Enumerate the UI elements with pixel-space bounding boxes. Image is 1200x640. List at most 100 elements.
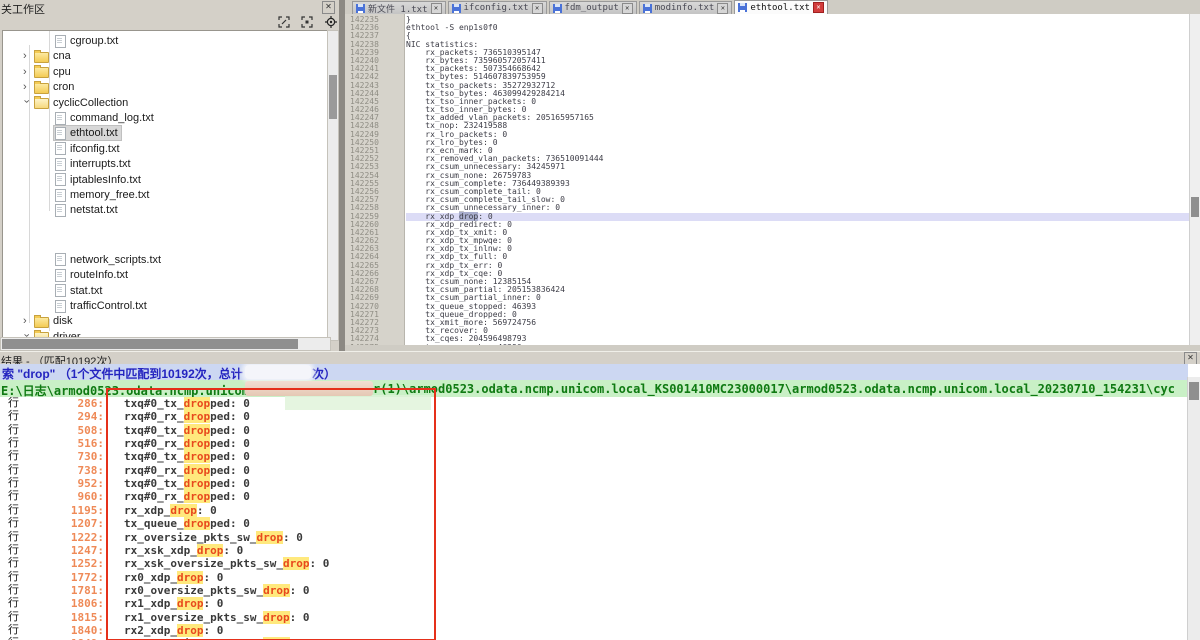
tree-item-label: cgroup.txt [70, 35, 118, 47]
tree-item-cron[interactable]: ›cron [22, 80, 77, 94]
chevron-right-icon[interactable]: › [23, 316, 30, 326]
tree-item-ethtool-txt[interactable]: ethtool.txt [54, 126, 121, 140]
redaction-blob [558, 326, 620, 345]
code-line: ethtool -S enp1s0f0 [406, 24, 1190, 32]
tree-item-network-scripts-txt[interactable]: network_scripts.txt [54, 253, 164, 267]
save-icon [356, 4, 365, 13]
result-line-number: 1840: [38, 624, 104, 637]
tree-item-cna[interactable]: › cna [22, 49, 74, 63]
results-vertical-scrollbar[interactable] [1187, 377, 1200, 640]
tab-1-txt[interactable]: 新文件 1.txt✕ [352, 1, 446, 14]
tree-item-label: cyclicCollection [53, 97, 128, 109]
close-tab-icon[interactable]: ✕ [431, 3, 442, 14]
folder-icon [34, 52, 49, 63]
tree-item-netstat-txt[interactable]: netstat.txt [54, 203, 121, 217]
tree-item-command-log-txt[interactable]: command_log.txt [54, 111, 157, 125]
code-line: tx_added_vlan_packets: 205165957165 [406, 114, 1190, 122]
row-line-word: 行 [8, 424, 19, 437]
tree-item-interrupts-txt[interactable]: interrupts.txt [54, 157, 134, 171]
tree-item-label: cna [53, 50, 71, 62]
redaction-blob [245, 365, 311, 379]
row-line-word: 行 [8, 584, 19, 597]
result-line-number: 952: [38, 477, 104, 490]
scrollbar-thumb[interactable] [329, 75, 337, 119]
file-icon [55, 142, 66, 155]
row-line-word: 行 [8, 464, 19, 477]
scrollbar-thumb[interactable] [1189, 382, 1199, 400]
chevron-right-icon[interactable]: › [23, 67, 30, 77]
tree-item-label: trafficControl.txt [70, 300, 147, 312]
code-line: tx_cqes: 204596498793 [406, 335, 1190, 343]
scrollbar-thumb[interactable] [2, 339, 298, 349]
result-line-number: 730: [38, 450, 104, 463]
tree-item-ifconfig-txt[interactable]: ifconfig.txt [54, 142, 123, 156]
tab-ifconfig-txt[interactable]: ifconfig.txt✕ [448, 1, 547, 14]
chevron-right-icon[interactable]: › [23, 51, 30, 61]
row-line-word: 行 [8, 531, 19, 544]
row-line-word: 行 [8, 450, 19, 463]
tree-item-trafficcontrol-txt[interactable]: trafficControl.txt [54, 299, 150, 313]
results-body: 索 "drop" （1个文件中匹配到10192次，总计 次） E:\日志\arm… [0, 364, 1200, 640]
code-line: tx_queue_stopped: 46393 [406, 303, 1190, 311]
row-line-word: 行 [8, 504, 19, 517]
chevron-right-icon[interactable]: › [23, 82, 30, 92]
result-line-number: 1195: [38, 504, 104, 517]
tree-item-cpu[interactable]: › cpu [22, 65, 74, 79]
code-line: } [406, 16, 1190, 24]
file-icon [55, 189, 66, 202]
code-line: rx_xdp_tx_xmit: 0 [406, 229, 1190, 237]
tree-item-iptablesinfo-txt[interactable]: iptablesInfo.txt [54, 173, 144, 187]
tree-item-cycliccollection[interactable]: › cyclicCollection [22, 96, 131, 110]
save-icon [738, 3, 747, 12]
tree-item-label: netstat.txt [70, 204, 118, 216]
tree-item-cgroup-txt[interactable]: cgroup.txt [54, 34, 121, 48]
close-tab-icon[interactable]: ✕ [813, 2, 824, 13]
row-line-word: 行 [8, 437, 19, 450]
tab-modinfo-txt[interactable]: modinfo.txt✕ [639, 1, 733, 14]
tab-ethtool-txt[interactable]: ethtool.txt✕ [734, 0, 828, 14]
result-line-number: 1815: [38, 611, 104, 624]
tab-label: ethtool.txt [750, 3, 810, 13]
row-line-word: 行 [8, 410, 19, 423]
code-area[interactable]: }ethtool -S enp1s0f0{NIC statistics: rx_… [406, 14, 1190, 345]
workspace-titlebar: 关工作区 ✕ [0, 0, 339, 15]
expand-all-icon[interactable] [278, 16, 290, 28]
close-panel-icon[interactable]: ✕ [322, 1, 335, 14]
tree-horizontal-scrollbar[interactable] [0, 337, 331, 351]
tree-item-stat-txt[interactable]: stat.txt [54, 284, 105, 298]
file-path-text-tail: r(1)\armod0523.odata.ncmp.unicom.local_K… [373, 382, 1175, 396]
row-line-word: 行 [8, 624, 19, 637]
folder-icon [34, 317, 49, 328]
editor-body[interactable]: 1422351422361422371422381422391422401422… [345, 14, 1200, 345]
row-line-word: 行 [8, 544, 19, 557]
tree-item-label: command_log.txt [70, 112, 154, 124]
row-line-word: 行 [8, 477, 19, 490]
close-tab-icon[interactable]: ✕ [717, 3, 728, 14]
result-line-number: 286: [38, 397, 104, 410]
editor-vertical-scrollbar[interactable] [1189, 14, 1200, 345]
folder-icon [34, 83, 49, 94]
close-tab-icon[interactable]: ✕ [622, 3, 633, 14]
code-line: rx_lro_bytes: 0 [406, 139, 1190, 147]
tree-item-memory-free-txt[interactable]: memory_free.txt [54, 188, 152, 202]
close-tab-icon[interactable]: ✕ [532, 3, 543, 14]
tree-item-disk[interactable]: ›disk [22, 314, 76, 328]
folder-icon [34, 98, 49, 109]
file-icon [55, 35, 66, 48]
tree-item-label: network_scripts.txt [70, 254, 161, 266]
tree-item-label: iptablesInfo.txt [70, 174, 141, 186]
search-summary-row[interactable]: 索 "drop" （1个文件中匹配到10192次，总计 次） [0, 364, 1188, 380]
tree-vertical-scrollbar[interactable] [327, 30, 339, 341]
locate-target-icon[interactable] [325, 16, 337, 28]
scrollbar-thumb[interactable] [1191, 197, 1199, 217]
result-line-number: 1806: [38, 597, 104, 610]
tree-item-routeinfo-txt[interactable]: routeInfo.txt [54, 268, 131, 282]
collapse-all-icon[interactable] [301, 16, 313, 28]
tree-item-label: cpu [53, 66, 71, 78]
code-line: rx_xdp_tx_inlnw: 0 [406, 245, 1190, 253]
row-line-word: 行 [8, 557, 19, 570]
save-icon [643, 4, 652, 13]
code-line: { [406, 32, 1190, 40]
chevron-down-icon[interactable]: › [22, 99, 32, 106]
tab-fdm-output[interactable]: fdm_output✕ [549, 1, 637, 14]
